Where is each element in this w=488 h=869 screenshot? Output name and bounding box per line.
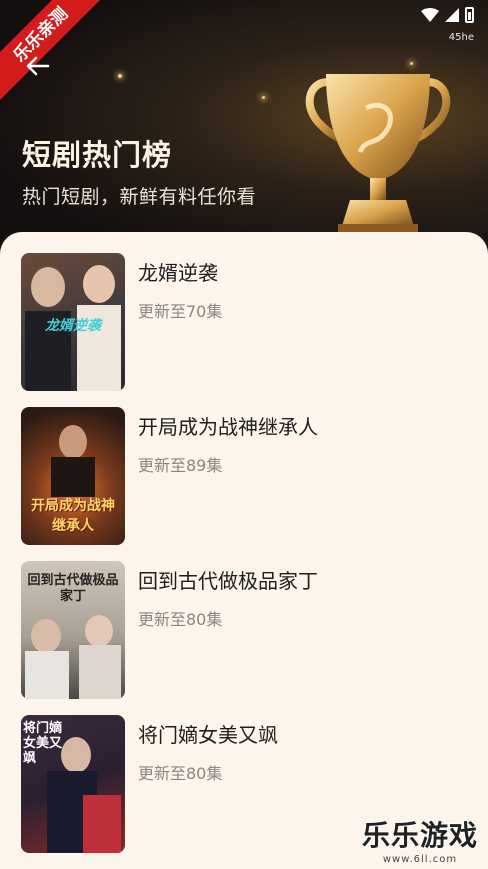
drama-title: 龙婿逆袭 bbox=[138, 261, 218, 285]
poster-caption: 将门嫡女美又飒 bbox=[23, 721, 63, 766]
sparkle bbox=[262, 96, 265, 99]
episode-status: 更新至80集 bbox=[138, 610, 223, 629]
wifi-icon bbox=[421, 8, 439, 22]
drama-title: 回到古代做极品家丁 bbox=[138, 569, 318, 593]
poster-caption: 开局成为战神继承人 bbox=[31, 498, 115, 534]
drama-poster[interactable]: 将门嫡女美又飒 bbox=[21, 715, 125, 853]
list-item[interactable]: 龙婿逆袭 龙婿逆袭 更新至70集 bbox=[21, 253, 471, 391]
drama-poster[interactable]: 龙婿逆袭 bbox=[21, 253, 125, 391]
battery-icon bbox=[465, 7, 474, 23]
drama-title: 开局成为战神继承人 bbox=[138, 415, 318, 439]
poster-caption: 回到古代做极品家丁 bbox=[27, 573, 119, 604]
watermark-ribbon: 乐乐亲测 bbox=[0, 0, 114, 108]
sparkle bbox=[118, 74, 122, 78]
header-banner: 乐乐亲测 45he 短剧热门榜 热门短剧，新鲜有料任你看 bbox=[0, 0, 488, 260]
list-item[interactable]: 开局成为战神继承人 开局成为战神继承人 更新至89集 bbox=[21, 407, 471, 545]
sparkle bbox=[410, 62, 413, 65]
site-watermark: 乐乐游戏 www.6ll.com bbox=[362, 814, 478, 865]
page-subtitle: 热门短剧，新鲜有料任你看 bbox=[22, 186, 257, 208]
list-item[interactable]: 回到古代做极品家丁 回到古代做极品家丁 更新至80集 bbox=[21, 561, 471, 699]
signal-icon bbox=[445, 8, 459, 22]
poster-caption: 龙婿逆袭 bbox=[45, 318, 101, 334]
drama-title: 将门嫡女美又飒 bbox=[138, 723, 278, 747]
status-bar: 45he bbox=[404, 6, 474, 46]
drama-list: 龙婿逆袭 龙婿逆袭 更新至70集 开局成为战神继承人 开局成为战神继承人 更新至… bbox=[0, 232, 488, 869]
watermark-url: www.6ll.com bbox=[382, 854, 458, 865]
drama-poster[interactable]: 开局成为战神继承人 bbox=[21, 407, 125, 545]
back-arrow-icon[interactable] bbox=[26, 56, 50, 76]
episode-status: 更新至89集 bbox=[138, 456, 223, 475]
trophy-icon bbox=[305, 74, 451, 238]
page-title: 短剧热门榜 bbox=[22, 138, 173, 172]
carrier-label: 45he bbox=[448, 32, 474, 43]
episode-status: 更新至70集 bbox=[138, 302, 223, 321]
watermark-name: 乐乐游戏 bbox=[361, 819, 478, 852]
episode-status: 更新至80集 bbox=[138, 764, 223, 783]
drama-poster[interactable]: 回到古代做极品家丁 bbox=[21, 561, 125, 699]
